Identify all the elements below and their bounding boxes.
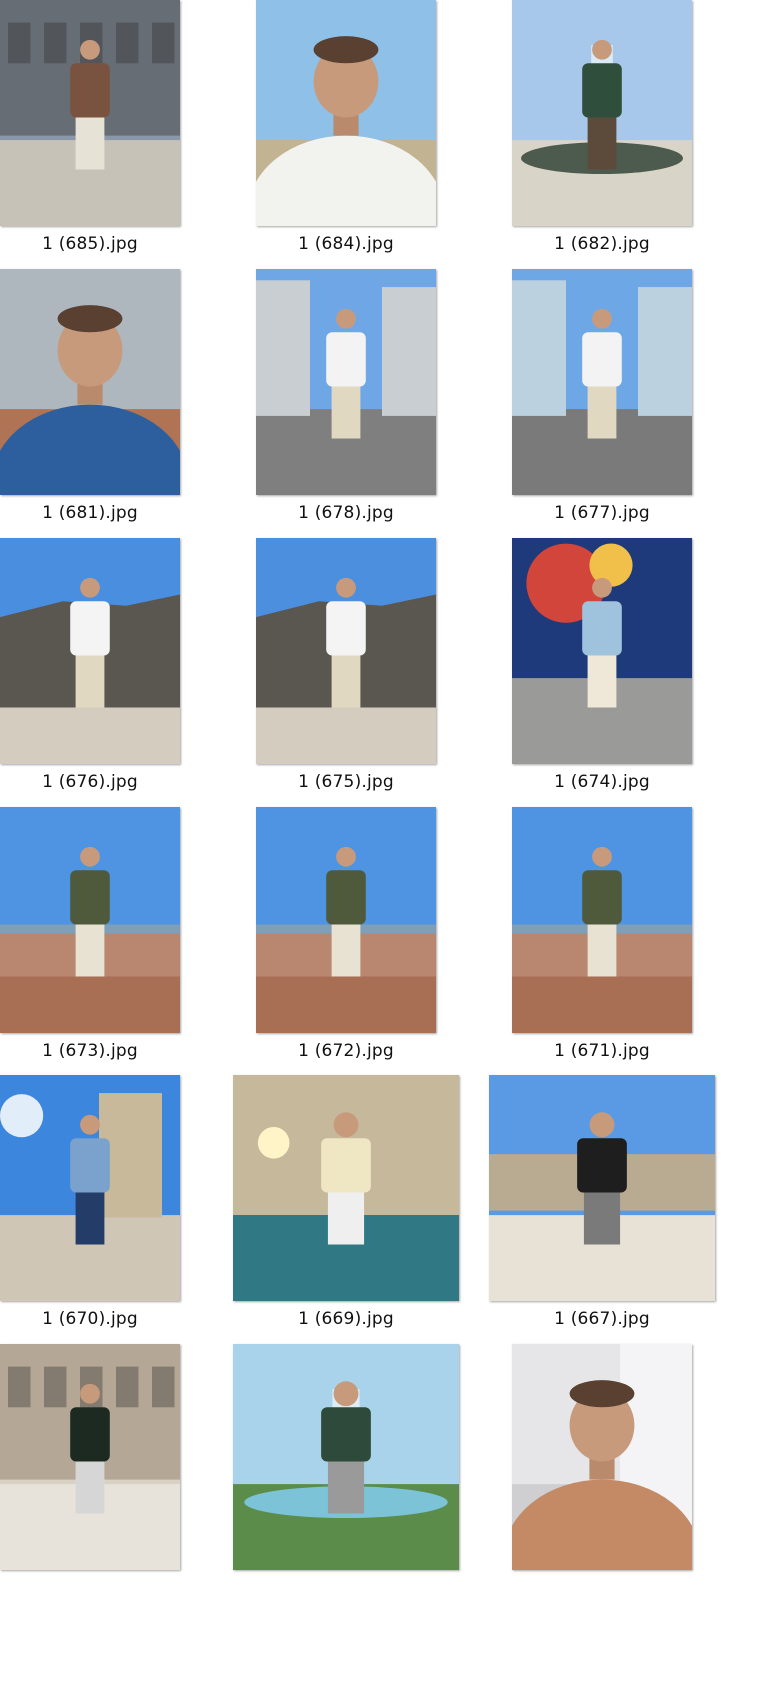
image-thumbnail[interactable] <box>256 807 436 1033</box>
file-name-label: 1 (678).jpg <box>298 503 394 523</box>
file-thumbnail-grid: 1 (685).jpg 1 (684).jpg 1 (682).jpg 1 (681)… <box>0 0 761 1692</box>
photo-preview <box>0 807 180 1033</box>
file-item[interactable] <box>473 1344 732 1634</box>
image-thumbnail[interactable] <box>233 1075 459 1301</box>
file-item[interactable]: 1 (670).jpg <box>0 1075 220 1365</box>
image-thumbnail[interactable] <box>512 0 692 226</box>
photo-preview <box>256 807 436 1033</box>
file-name-label: 1 (673).jpg <box>42 1041 138 1061</box>
image-thumbnail[interactable] <box>256 0 436 226</box>
image-thumbnail[interactable] <box>512 807 692 1033</box>
file-item[interactable]: 1 (682).jpg <box>473 0 732 290</box>
file-name-label: 1 (672).jpg <box>298 1041 394 1061</box>
file-item[interactable]: 1 (675).jpg <box>217 538 476 828</box>
file-item[interactable]: 1 (672).jpg <box>217 807 476 1097</box>
photo-preview <box>512 1344 692 1570</box>
photo-preview <box>0 0 180 226</box>
file-item[interactable]: 1 (681).jpg <box>0 269 220 559</box>
image-thumbnail[interactable] <box>0 538 180 764</box>
file-name-label: 1 (669).jpg <box>298 1309 394 1329</box>
file-item[interactable]: 1 (684).jpg <box>217 0 476 290</box>
file-item[interactable]: 1 (667).jpg <box>473 1075 732 1365</box>
file-item[interactable] <box>0 1344 220 1634</box>
photo-preview <box>512 807 692 1033</box>
photo-preview <box>512 0 692 226</box>
photo-preview <box>256 269 436 495</box>
file-name-label: 1 (682).jpg <box>554 234 650 254</box>
file-item[interactable] <box>217 1344 476 1634</box>
file-item[interactable]: 1 (673).jpg <box>0 807 220 1097</box>
photo-preview <box>233 1075 459 1301</box>
photo-preview <box>0 269 180 495</box>
photo-preview <box>256 538 436 764</box>
photo-preview <box>0 1344 180 1570</box>
file-name-label: 1 (675).jpg <box>298 772 394 792</box>
image-thumbnail[interactable] <box>256 269 436 495</box>
photo-preview <box>512 269 692 495</box>
image-thumbnail[interactable] <box>0 0 180 226</box>
photo-preview <box>0 1075 180 1301</box>
file-name-label: 1 (671).jpg <box>554 1041 650 1061</box>
file-name-label: 1 (684).jpg <box>298 234 394 254</box>
photo-preview <box>489 1075 715 1301</box>
photo-preview <box>256 0 436 226</box>
image-thumbnail[interactable] <box>0 269 180 495</box>
file-item[interactable]: 1 (674).jpg <box>473 538 732 828</box>
file-name-label: 1 (670).jpg <box>42 1309 138 1329</box>
image-thumbnail[interactable] <box>0 1075 180 1301</box>
image-thumbnail[interactable] <box>256 538 436 764</box>
image-thumbnail[interactable] <box>0 807 180 1033</box>
image-thumbnail[interactable] <box>512 269 692 495</box>
file-name-label: 1 (685).jpg <box>42 234 138 254</box>
file-item[interactable]: 1 (678).jpg <box>217 269 476 559</box>
photo-preview <box>0 538 180 764</box>
image-thumbnail[interactable] <box>233 1344 459 1570</box>
file-item[interactable]: 1 (677).jpg <box>473 269 732 559</box>
file-item[interactable]: 1 (671).jpg <box>473 807 732 1097</box>
file-name-label: 1 (674).jpg <box>554 772 650 792</box>
file-item[interactable]: 1 (676).jpg <box>0 538 220 828</box>
image-thumbnail[interactable] <box>489 1075 715 1301</box>
image-thumbnail[interactable] <box>0 1344 180 1570</box>
image-thumbnail[interactable] <box>512 538 692 764</box>
file-name-label: 1 (677).jpg <box>554 503 650 523</box>
file-name-label: 1 (667).jpg <box>554 1309 650 1329</box>
file-item[interactable]: 1 (685).jpg <box>0 0 220 290</box>
file-name-label: 1 (681).jpg <box>42 503 138 523</box>
photo-preview <box>233 1344 459 1570</box>
photo-preview <box>512 538 692 764</box>
file-name-label: 1 (676).jpg <box>42 772 138 792</box>
file-item[interactable]: 1 (669).jpg <box>217 1075 476 1365</box>
image-thumbnail[interactable] <box>512 1344 692 1570</box>
